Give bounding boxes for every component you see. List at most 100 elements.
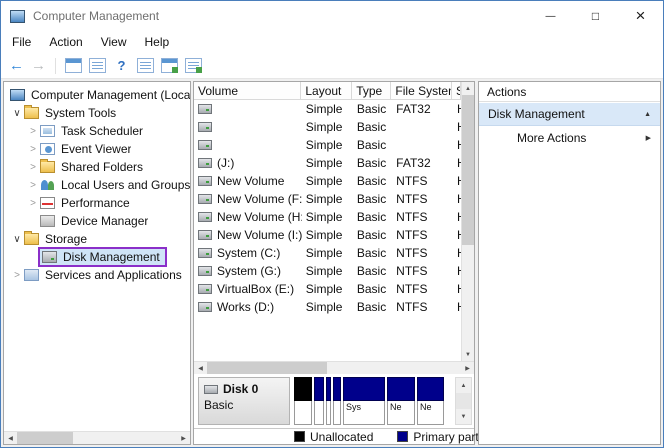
- partition[interactable]: Ne: [387, 377, 415, 425]
- scrollbar-track[interactable]: [462, 245, 474, 348]
- partition[interactable]: Ne: [417, 377, 444, 425]
- column-header-file-system[interactable]: File System: [391, 82, 452, 99]
- shared-folders-icon: [40, 161, 55, 173]
- chevron-expanded-icon[interactable]: [10, 234, 24, 245]
- maximize-button[interactable]: [573, 1, 618, 31]
- tree-item-disk-management[interactable]: Disk Management: [4, 248, 190, 266]
- column-header-layout[interactable]: Layout: [301, 82, 352, 99]
- volume-row[interactable]: System (C:) Simple Basic NTFS H: [194, 244, 461, 262]
- scrollbar-thumb[interactable]: [207, 362, 327, 374]
- partition[interactable]: [333, 377, 341, 425]
- forward-icon[interactable]: [31, 57, 46, 74]
- volume-list-horizontal-scrollbar[interactable]: [194, 361, 474, 374]
- partition[interactable]: [314, 377, 324, 425]
- column-header-status[interactable]: S: [452, 82, 461, 99]
- tree-item-services-and-applications[interactable]: Services and Applications: [4, 266, 190, 284]
- more-actions-item[interactable]: More Actions: [479, 126, 660, 149]
- tree-item-device-manager[interactable]: Device Manager: [4, 212, 190, 230]
- scroll-up-icon[interactable]: [456, 378, 471, 393]
- volume-row[interactable]: (J:) Simple Basic FAT32 H: [194, 154, 461, 172]
- chevron-collapsed-icon[interactable]: [26, 126, 40, 137]
- volume-icon: [198, 266, 212, 276]
- export-list-icon[interactable]: [185, 58, 202, 73]
- disk-name: Disk 0: [223, 382, 258, 396]
- tree-item-task-scheduler[interactable]: Task Scheduler: [4, 122, 190, 140]
- disk-0-card[interactable]: Disk 0 Basic: [198, 377, 290, 425]
- computer-management-window: Computer Management File Action View Hel…: [0, 0, 664, 448]
- volume-row[interactable]: System (G:) Simple Basic NTFS H: [194, 262, 461, 280]
- column-header-type[interactable]: Type: [352, 82, 391, 99]
- volume-cell: NTFS: [392, 262, 453, 280]
- tree-item-system-tools[interactable]: System Tools: [4, 104, 190, 122]
- volume-cell: Basic: [353, 262, 392, 280]
- partition[interactable]: [294, 377, 312, 425]
- scrollbar-track[interactable]: [327, 362, 461, 374]
- scroll-right-icon[interactable]: [461, 362, 474, 374]
- show-console-tree-icon[interactable]: [89, 58, 106, 73]
- collapse-group-icon[interactable]: [644, 111, 651, 118]
- volume-row[interactable]: VirtualBox (E:) Simple Basic NTFS H: [194, 280, 461, 298]
- tree-horizontal-scrollbar[interactable]: [4, 431, 190, 444]
- volume-row[interactable]: New Volume (F:) Simple Basic NTFS H: [194, 190, 461, 208]
- chevron-collapsed-icon[interactable]: [26, 198, 40, 209]
- volume-row[interactable]: New Volume (H:) Simple Basic NTFS H: [194, 208, 461, 226]
- volume-row[interactable]: Works (D:) Simple Basic NTFS H: [194, 298, 461, 316]
- scrollbar-track[interactable]: [456, 393, 471, 409]
- chevron-collapsed-icon[interactable]: [26, 180, 40, 191]
- partition[interactable]: [326, 377, 331, 425]
- close-button[interactable]: [618, 1, 663, 31]
- volume-list-vertical-scrollbar[interactable]: [461, 82, 474, 361]
- menu-view[interactable]: View: [92, 33, 136, 51]
- volume-row[interactable]: Simple Basic H: [194, 136, 461, 154]
- volume-cell: Basic: [353, 100, 392, 118]
- volume-cell: Simple: [302, 190, 353, 208]
- actions-group-disk-management[interactable]: Disk Management: [479, 103, 660, 126]
- partition[interactable]: Sys: [343, 377, 385, 425]
- tree-item-local-users-and-groups[interactable]: Local Users and Groups: [4, 176, 190, 194]
- tree-item-performance[interactable]: Performance: [4, 194, 190, 212]
- volume-list: Simple Basic FAT32 H Simple Basic H Simp…: [194, 100, 461, 361]
- scroll-down-icon[interactable]: [456, 409, 471, 424]
- volume-cell: Simple: [302, 280, 353, 298]
- minimize-button[interactable]: [528, 1, 573, 31]
- tree-item-shared-folders[interactable]: Shared Folders: [4, 158, 190, 176]
- scrollbar-thumb[interactable]: [462, 95, 474, 245]
- actions-title: Actions: [479, 82, 660, 102]
- help-icon[interactable]: [113, 58, 130, 73]
- tree-item-storage[interactable]: Storage: [4, 230, 190, 248]
- tree-item-event-viewer[interactable]: Event Viewer: [4, 140, 190, 158]
- volume-cell: (J:): [194, 154, 302, 172]
- scroll-up-icon[interactable]: [462, 82, 474, 95]
- volume-row[interactable]: New Volume Simple Basic NTFS H: [194, 172, 461, 190]
- chevron-collapsed-icon[interactable]: [26, 144, 40, 155]
- scrollbar-track[interactable]: [73, 432, 177, 444]
- more-actions-submenu-icon[interactable]: [646, 134, 651, 142]
- scroll-left-icon[interactable]: [4, 432, 17, 444]
- graphical-view-vertical-scrollbar[interactable]: [455, 377, 472, 425]
- chevron-expanded-icon[interactable]: [10, 108, 24, 119]
- chevron-collapsed-icon[interactable]: [26, 162, 40, 173]
- scroll-right-icon[interactable]: [177, 432, 190, 444]
- refresh-icon[interactable]: [161, 58, 178, 73]
- tree-item-computer-management[interactable]: Computer Management (Local: [4, 86, 190, 104]
- column-header-volume[interactable]: Volume: [194, 82, 301, 99]
- title-bar[interactable]: Computer Management: [1, 1, 663, 31]
- volume-row[interactable]: New Volume (I:) Simple Basic NTFS H: [194, 226, 461, 244]
- disk-icon: [204, 385, 218, 394]
- list-pane-icon[interactable]: [137, 58, 154, 73]
- scroll-down-icon[interactable]: [462, 348, 474, 361]
- volume-row[interactable]: Simple Basic FAT32 H: [194, 100, 461, 118]
- menu-help[interactable]: Help: [136, 33, 179, 51]
- back-icon[interactable]: [9, 57, 24, 74]
- console-window-icon[interactable]: [65, 58, 82, 73]
- volume-icon: [198, 158, 212, 168]
- menu-action[interactable]: Action: [40, 33, 91, 51]
- menu-file[interactable]: File: [3, 33, 40, 51]
- volume-row[interactable]: Simple Basic H: [194, 118, 461, 136]
- window-title: Computer Management: [33, 9, 159, 23]
- scrollbar-thumb[interactable]: [17, 432, 73, 444]
- volume-cell: H: [453, 136, 461, 154]
- volume-cell: NTFS: [392, 172, 453, 190]
- chevron-collapsed-icon[interactable]: [10, 270, 24, 281]
- scroll-left-icon[interactable]: [194, 362, 207, 374]
